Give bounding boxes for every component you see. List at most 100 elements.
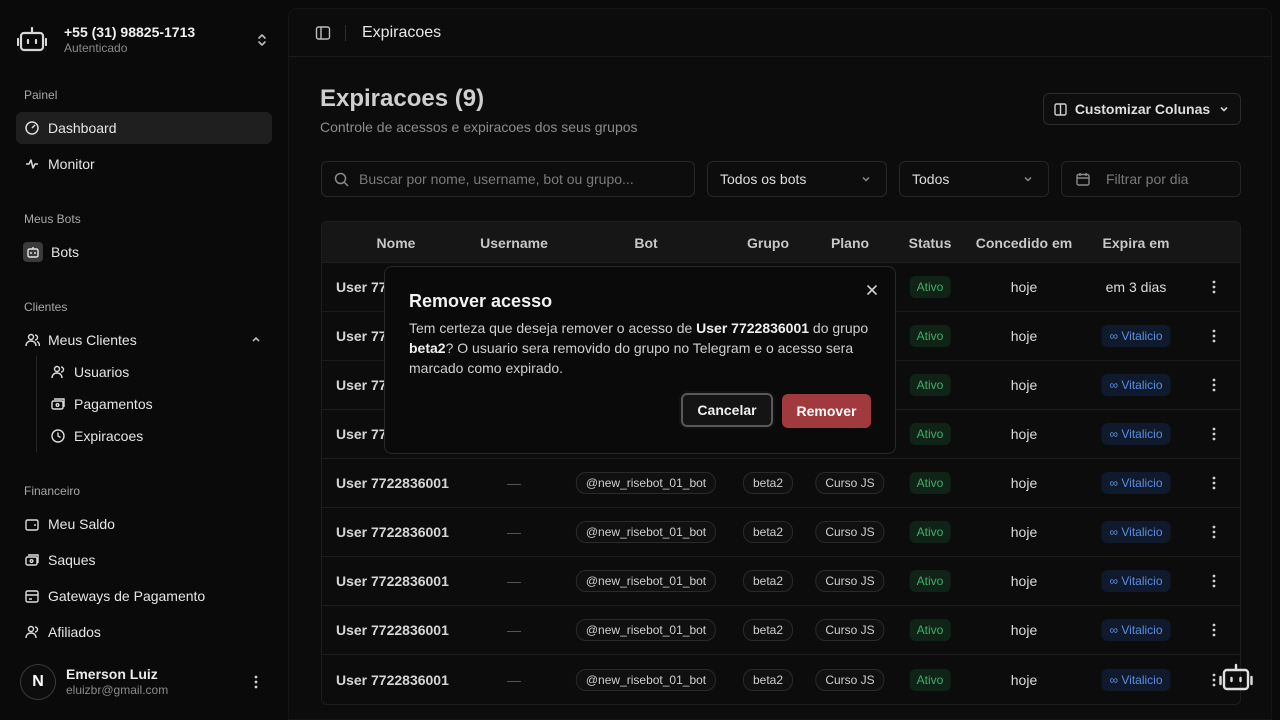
banknote-icon (24, 552, 40, 568)
table-row[interactable]: User 7722836001 — @new_risebot_01_bot beta2… (322, 459, 1240, 508)
dialog-message-text: do grupo (809, 320, 869, 336)
sidebar-item-label: Bots (51, 244, 80, 260)
chevron-down-icon (1218, 103, 1230, 115)
col-header-plano[interactable]: Plano (831, 235, 869, 251)
app-root: +55 (31) 98825-1713 Autenticado Painel D… (0, 0, 1280, 720)
dialog-message-group: beta2 (409, 340, 446, 356)
table-row[interactable]: User 7722836001 — @new_risebot_01_bot beta2… (322, 557, 1240, 606)
sidebar-item-label: Meu Saldo (48, 516, 115, 532)
user-email: eluizbr@gmail.com (66, 683, 169, 697)
col-header-username[interactable]: Username (480, 235, 548, 251)
cell-username: — (507, 622, 521, 638)
dialog-message-user: User 7722836001 (696, 320, 810, 336)
cell-nome: User 7722836001 (336, 524, 449, 540)
col-header-nome[interactable]: Nome (377, 235, 416, 251)
search-icon (334, 172, 349, 187)
col-header-concedido[interactable]: Concedido em (976, 235, 1072, 251)
more-vertical-icon[interactable] (1212, 574, 1216, 588)
cell-grupo-badge: beta2 (742, 668, 794, 691)
more-vertical-icon[interactable] (1212, 280, 1216, 294)
cell-nome: User 7722836001 (336, 671, 449, 688)
col-header-grupo[interactable]: Grupo (747, 235, 789, 251)
sidebar-item-usuarios[interactable]: Usuarios (42, 356, 272, 388)
status-badge: Ativo (909, 619, 951, 641)
remove-access-dialog: Remover acesso Tem certeza que deseja re… (384, 266, 896, 454)
cell-concedido: hoje (1010, 377, 1038, 393)
cell-grupo-badge: beta2 (742, 619, 794, 641)
more-vertical-icon[interactable] (1212, 427, 1216, 441)
cell-grupo-badge: beta2 (742, 472, 794, 494)
status-badge: Ativo (909, 423, 951, 445)
section-label-painel: Painel (24, 88, 58, 102)
cell-plano-badge: Curso JS (815, 472, 885, 494)
remove-button[interactable]: Remover (782, 394, 871, 428)
user-menu[interactable]: N Emerson Luiz eluizbr@gmail.com (16, 660, 272, 704)
users-icon (24, 624, 40, 640)
dialog-message: Tem certeza que deseja remover o acesso … (409, 318, 875, 378)
sidebar-item-meu-saldo[interactable]: Meu Saldo (16, 508, 272, 540)
cell-bot-badge: @new_risebot_01_bot (575, 668, 717, 691)
more-vertical-icon[interactable] (248, 674, 264, 690)
users-icon (24, 332, 40, 348)
sidebar-item-label: Usuarios (74, 364, 130, 380)
search-input[interactable]: Buscar por nome, username, bot ou grupo.… (321, 161, 695, 197)
sidebar-item-dashboard[interactable]: Dashboard (16, 112, 272, 144)
breadcrumb: Expiracoes (362, 23, 442, 41)
dialog-message-text: ? O usuario sera removido do grupo no Te… (409, 340, 854, 376)
table-row[interactable]: User 7722836001 — @new_risebot_01_bot beta2… (322, 508, 1240, 557)
date-filter-input[interactable]: Filtrar por dia (1061, 161, 1241, 197)
account-status: Autenticado (64, 41, 128, 55)
customize-columns-button[interactable]: Customizar Colunas (1043, 93, 1241, 125)
cell-concedido: hoje (1010, 279, 1038, 295)
page-subtitle: Controle de acessos e expiracoes dos seu… (320, 119, 638, 135)
bot-filter-select[interactable]: Todos os bots (707, 161, 887, 197)
user-name: Emerson Luiz (66, 666, 158, 682)
cell-expira: ∞ Vitalicio (1101, 472, 1171, 494)
cell-bot-badge: @new_risebot_01_bot (575, 521, 717, 543)
sidebar-item-label: Gateways de Pagamento (48, 588, 206, 604)
sidebar-item-meus-clientes[interactable]: Meus Clientes (16, 324, 272, 356)
col-header-bot[interactable]: Bot (634, 235, 657, 251)
col-header-status[interactable]: Status (909, 235, 952, 251)
more-vertical-icon[interactable] (1212, 623, 1216, 637)
status-filter-value: Todos (912, 171, 950, 187)
status-filter-select[interactable]: Todos (899, 161, 1049, 197)
close-icon[interactable] (866, 284, 878, 296)
more-vertical-icon[interactable] (1212, 476, 1216, 490)
cell-concedido: hoje (1010, 328, 1038, 344)
sidebar-item-label: Monitor (48, 156, 95, 172)
account-phone: +55 (31) 98825-1713 (64, 24, 196, 40)
cell-nome: User 7722836001 (336, 475, 449, 491)
cell-username: — (507, 475, 521, 491)
page-title: Expiracoes (9) (320, 85, 485, 112)
col-header-expira[interactable]: Expira em (1103, 235, 1170, 251)
sidebar-item-afiliados[interactable]: Afiliados (16, 616, 272, 648)
sidebar-item-gateways[interactable]: Gateways de Pagamento (16, 580, 272, 612)
sidebar-item-bots[interactable]: Bots (16, 236, 272, 268)
chevron-down-icon (1022, 172, 1034, 188)
table-row[interactable]: User 7722836001 — @new_risebot_01_bot beta2… (322, 655, 1240, 704)
sidebar-item-saques[interactable]: Saques (16, 544, 272, 576)
cancel-button[interactable]: Cancelar (679, 391, 775, 429)
chevrons-up-down-icon (254, 32, 270, 48)
more-vertical-icon[interactable] (1212, 329, 1216, 343)
more-vertical-icon[interactable] (1212, 378, 1216, 392)
sidebar-toggle-icon[interactable] (315, 25, 331, 41)
cell-expira: ∞ Vitalicio (1101, 619, 1171, 641)
bot-icon[interactable] (1218, 660, 1254, 696)
gauge-icon (24, 120, 40, 136)
sidebar-item-monitor[interactable]: Monitor (16, 148, 272, 180)
more-vertical-icon[interactable] (1212, 525, 1216, 539)
sidebar-item-expiracoes[interactable]: Expiracoes (42, 420, 272, 452)
cell-expira: ∞ Vitalicio (1101, 570, 1171, 592)
section-label-clientes: Clientes (24, 300, 68, 314)
cell-expira: ∞ Vitalicio (1101, 521, 1171, 543)
cell-bot-badge: @new_risebot_01_bot (575, 472, 717, 494)
dialog-message-text: Tem certeza que deseja remover o acesso … (409, 320, 697, 336)
sidebar-item-pagamentos[interactable]: Pagamentos (42, 388, 272, 420)
chevron-down-icon (860, 172, 872, 188)
cell-plano-badge: Curso JS (815, 521, 885, 543)
account-switcher[interactable]: +55 (31) 98825-1713 Autenticado (16, 16, 272, 64)
table-row[interactable]: User 7722836001 — @new_risebot_01_bot beta2… (322, 606, 1240, 655)
more-vertical-icon[interactable] (1212, 673, 1216, 687)
